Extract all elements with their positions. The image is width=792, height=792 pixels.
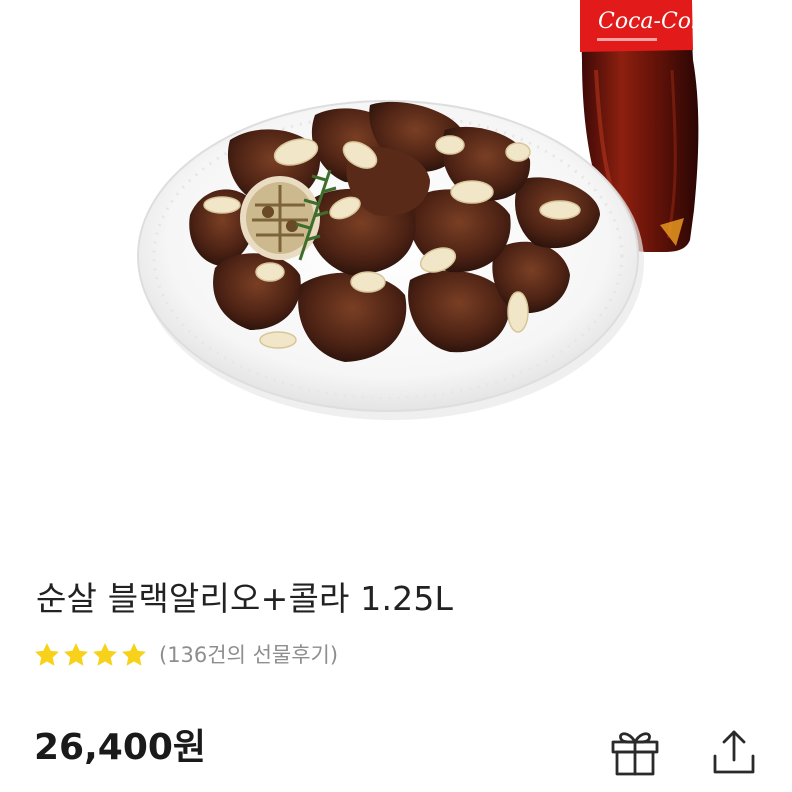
product-image: Coca-Cola [0,0,792,470]
review-count-link[interactable]: (136건의 선물후기) [159,638,338,672]
share-icon [713,730,755,774]
product-price: 26,400원 [34,727,207,768]
gift-icon [611,732,659,776]
gift-button[interactable] [607,724,663,780]
star-icon [93,643,117,666]
roasted-garlic [240,176,320,260]
share-button[interactable] [706,724,762,780]
star-icon [35,643,59,666]
product-detail-page: Coca-Cola 순살 블랙알리오+콜라 1.25L (136건의 선물후기)… [0,0,792,792]
product-title: 순살 블랙알리오+콜라 1.25L [36,579,454,618]
star-rating [33,641,149,669]
chicken-and-cola-photo: Coca-Cola [137,0,711,420]
star-icon [64,643,88,666]
rating-row[interactable]: (136건의 선물후기) [33,638,338,672]
star-icon [122,643,146,666]
cola-logo: Coca-Cola [598,9,711,34]
